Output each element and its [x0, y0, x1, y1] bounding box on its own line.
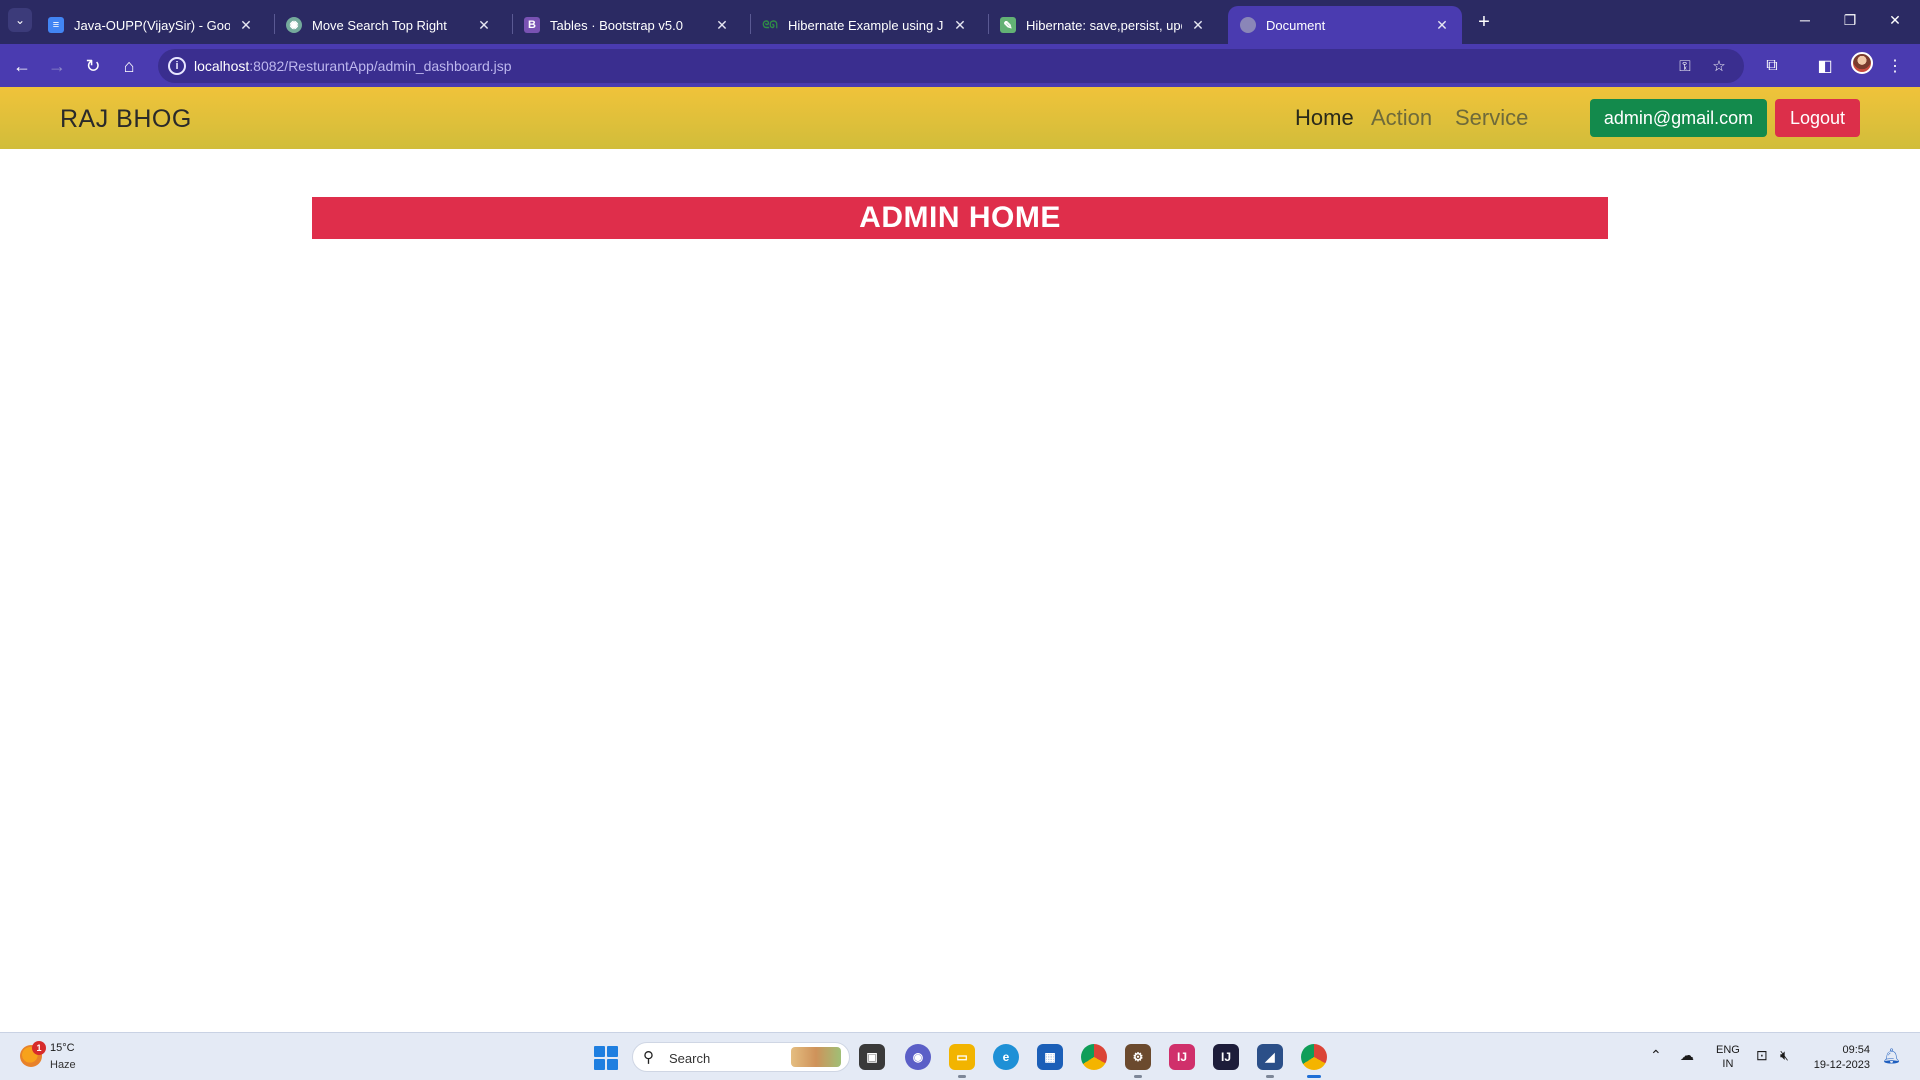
address-url[interactable]: localhost:8082/ResturantApp/admin_dashbo… — [194, 58, 512, 74]
side-panel-icon[interactable]: ◧ — [1811, 52, 1839, 80]
tab-document[interactable]: Document ✕ — [1228, 6, 1462, 44]
nav-home[interactable]: Home — [1295, 105, 1354, 131]
bookmark-star-icon[interactable]: ☆ — [1708, 55, 1730, 77]
notifications-bell-icon[interactable]: 🔔︎ — [1882, 1047, 1901, 1065]
game-app-icon[interactable]: ⚙ — [1125, 1044, 1151, 1078]
edge-icon[interactable]: e — [993, 1044, 1019, 1070]
search-highlight-image — [791, 1047, 841, 1067]
volume-muted-icon[interactable]: 🔇︎ — [1780, 1047, 1789, 1064]
weather-description[interactable]: Haze — [50, 1059, 76, 1071]
logout-button[interactable]: Logout — [1775, 99, 1860, 137]
tab-search-dropdown-icon[interactable]: ⌄ — [8, 8, 32, 32]
teams-chat-icon[interactable]: ◉ — [905, 1044, 931, 1070]
intellij-icon[interactable]: IJ — [1169, 1044, 1195, 1070]
extensions-icon[interactable]: ⧉ — [1758, 52, 1786, 80]
profile-avatar[interactable] — [1851, 52, 1873, 74]
microsoft-store-icon[interactable]: ▦ — [1037, 1044, 1063, 1070]
close-window-icon[interactable]: ✕ — [1875, 8, 1915, 32]
chrome-icon[interactable] — [1081, 1044, 1107, 1070]
tab-move-search[interactable]: ✺ Move Search Top Right ✕ — [274, 6, 504, 44]
reload-icon[interactable]: ↻ — [79, 52, 107, 80]
weather-temperature[interactable]: 15°C — [50, 1042, 75, 1054]
back-icon[interactable]: ← — [8, 52, 36, 80]
tab-close-icon[interactable]: ✕ — [238, 17, 254, 34]
file-explorer-icon[interactable]: ▭ — [949, 1044, 975, 1078]
tab-close-icon[interactable]: ✕ — [952, 17, 968, 34]
network-icon[interactable]: ⊡ — [1756, 1047, 1768, 1064]
password-key-icon[interactable]: ⚿ — [1674, 55, 1696, 77]
tab-google-docs[interactable]: ≡ Java-OUPP(VijaySir) - Google D ✕ — [36, 6, 266, 44]
windows-start-icon[interactable] — [594, 1046, 618, 1070]
system-clock[interactable]: 09:54 19-12-2023 — [1812, 1043, 1870, 1073]
google-docs-icon: ≡ — [48, 17, 64, 33]
tab-close-icon[interactable]: ✕ — [714, 17, 730, 34]
task-view-icon[interactable]: ▣ — [859, 1044, 885, 1070]
chrome-profile-icon[interactable] — [1301, 1044, 1327, 1078]
tab-hibernate-jpa[interactable]: ᘓᘏ Hibernate Example using JPA ar ✕ — [750, 6, 980, 44]
baeldung-icon: ✎ — [1000, 17, 1016, 33]
geeksforgeeks-icon: ᘓᘏ — [762, 19, 778, 31]
windows-taskbar: 1 15°C Haze ⚲ Search ▣ ◉ ▭ e ▦ ⚙ IJ IJ ◢… — [0, 1032, 1920, 1080]
nav-service[interactable]: Service — [1455, 105, 1528, 131]
restore-icon[interactable]: ❐ — [1830, 8, 1870, 32]
address-bar[interactable]: i localhost:8082/ResturantApp/admin_dash… — [158, 49, 1744, 83]
weather-badge: 1 — [32, 1041, 46, 1055]
globe-icon — [1240, 17, 1256, 33]
admin-home-banner: ADMIN HOME — [312, 197, 1608, 239]
chatgpt-icon: ✺ — [286, 17, 302, 33]
minimize-icon[interactable]: ─ — [1785, 8, 1825, 32]
onedrive-offline-icon[interactable]: ☁ — [1680, 1047, 1694, 1064]
language-indicator[interactable]: ENG IN — [1716, 1043, 1740, 1071]
home-icon[interactable]: ⌂ — [115, 52, 143, 80]
site-brand[interactable]: RAJ BHOG — [60, 105, 192, 134]
browser-toolbar: ← → ↻ ⌂ i localhost:8082/ResturantApp/ad… — [0, 44, 1920, 87]
browser-tab-strip: ⌄ ≡ Java-OUPP(VijaySir) - Google D ✕ ✺ M… — [0, 0, 1920, 44]
forward-icon[interactable]: → — [43, 52, 71, 80]
tab-close-icon[interactable]: ✕ — [476, 17, 492, 34]
tab-close-icon[interactable]: ✕ — [1434, 17, 1450, 34]
intellij-community-icon[interactable]: IJ — [1213, 1044, 1239, 1070]
tab-hibernate-save[interactable]: ✎ Hibernate: save,persist, update, ✕ — [988, 6, 1218, 44]
bootstrap-icon: B — [524, 17, 540, 33]
tab-bootstrap-tables[interactable]: B Tables · Bootstrap v5.0 ✕ — [512, 6, 742, 44]
new-tab-icon[interactable]: + — [1470, 8, 1498, 36]
nav-action[interactable]: Action — [1371, 105, 1432, 131]
browser-menu-icon[interactable]: ⋮ — [1881, 52, 1909, 80]
email-button[interactable]: admin@gmail.com — [1590, 99, 1767, 137]
show-hidden-icons-icon[interactable]: ⌃ — [1650, 1047, 1662, 1064]
site-navbar: RAJ BHOG Home Action Service admin@gmail… — [0, 87, 1920, 149]
mysql-workbench-icon[interactable]: ◢ — [1257, 1044, 1283, 1078]
search-icon: ⚲ — [643, 1049, 654, 1066]
tab-close-icon[interactable]: ✕ — [1190, 17, 1206, 34]
taskbar-search[interactable]: ⚲ Search — [632, 1042, 850, 1072]
site-info-icon[interactable]: i — [168, 57, 186, 75]
